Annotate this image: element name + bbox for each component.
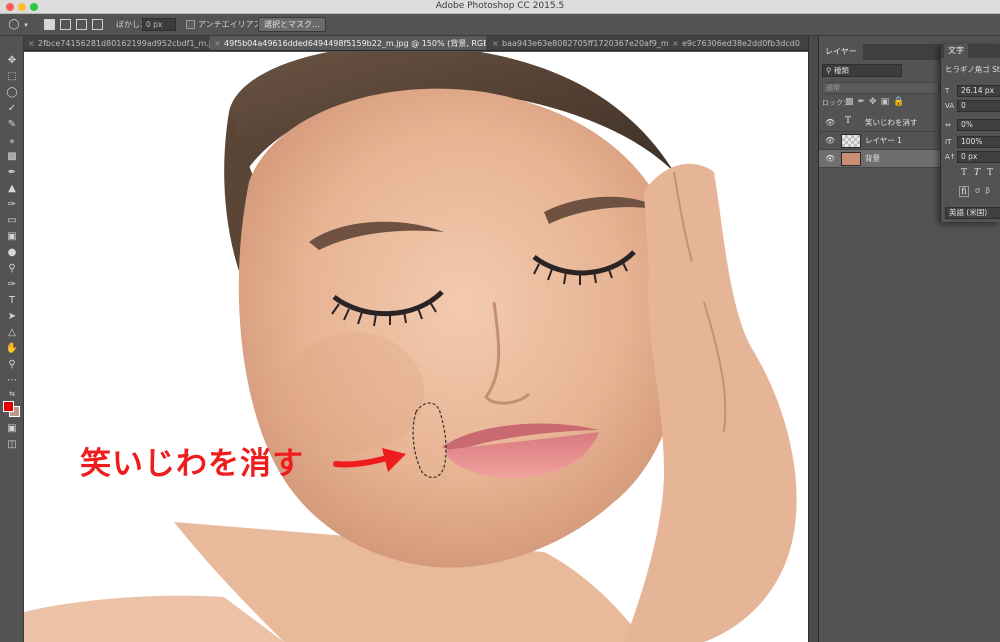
dodge-tool-icon[interactable]: ⚲	[4, 262, 20, 275]
eye-icon[interactable]: 👁	[825, 136, 835, 145]
character-panel-tabs: 文字	[941, 44, 1000, 58]
eyedropper-tool-icon[interactable]: ⁎	[4, 134, 20, 147]
brush-tool-icon[interactable]: ✒	[4, 166, 20, 179]
vertical-scale-icon: IT	[945, 138, 952, 146]
more-tools-icon[interactable]: ⋯	[4, 374, 20, 387]
close-tab-icon[interactable]: ×	[672, 36, 679, 50]
add-selection-icon[interactable]	[60, 19, 71, 30]
feather-input[interactable]: 0 px	[142, 18, 176, 31]
ligature-button[interactable]: fi	[959, 186, 969, 197]
tracking-value[interactable]: 0%	[957, 119, 1000, 131]
options-bar: ◯ ▾ ぼかし： 0 px アンチエイリアス 選択とマスク...	[0, 14, 1000, 36]
font-family-select[interactable]: ヒラギノ角ゴ Std	[945, 64, 1000, 76]
layer-name: 背景	[865, 154, 880, 163]
intersect-selection-icon[interactable]	[92, 19, 103, 30]
layer-thumbnail	[841, 134, 861, 148]
close-tab-icon[interactable]: ×	[28, 36, 35, 50]
document-canvas[interactable]: 笑いじわを消す	[24, 52, 808, 642]
layer-filter-label: 種類	[833, 66, 849, 75]
marquee-tool-icon[interactable]: ⬚	[4, 70, 20, 83]
portrait-photo	[24, 52, 797, 642]
lock-icons[interactable]: ▩✒✥▣🔒	[845, 97, 908, 107]
tab-label: baa943e63e8082705ff1720367e20af9_m.jpg	[502, 39, 668, 48]
blend-mode-select[interactable]: 通常	[822, 82, 939, 94]
chevron-down-icon[interactable]: ▾	[22, 18, 30, 32]
screen-mode-icon[interactable]: ◫	[4, 438, 20, 451]
blur-tool-icon[interactable]: ●	[4, 246, 20, 259]
annotation-text: 笑いじわを消す	[80, 446, 304, 482]
font-size-value[interactable]: 26.14 px	[957, 85, 1000, 97]
document-tab[interactable]: × 2fbce74156281d80162199ad952cbdf1_m.jpg	[24, 36, 210, 50]
language-select[interactable]: 英語 (米国)	[945, 207, 1000, 219]
baseline-shift-value[interactable]: 0 px	[957, 151, 1000, 163]
antialias-label: アンチエイリアス	[198, 20, 262, 29]
document-tab[interactable]: × baa943e63e8082705ff1720367e20af9_m.jpg	[488, 36, 668, 50]
layer-thumbnail	[841, 152, 861, 166]
search-icon: ⚲	[826, 66, 834, 75]
lasso-preset-icon[interactable]: ◯	[8, 18, 20, 32]
healing-brush-tool-icon[interactable]: ▩	[4, 150, 20, 163]
crop-tool-icon[interactable]: ✎	[4, 118, 20, 131]
tab-label: e9c76306ed38e2dd0fb3dcd0	[682, 39, 800, 48]
swap-colors-icon[interactable]: ⇆	[4, 388, 20, 401]
close-tab-icon[interactable]: ×	[214, 36, 221, 50]
font-size-icon: T	[945, 87, 950, 95]
clone-stamp-tool-icon[interactable]: ▲	[4, 182, 20, 195]
lasso-tool-icon[interactable]: ◯	[4, 86, 20, 99]
move-tool-icon[interactable]: ✥	[4, 54, 20, 67]
eye-icon[interactable]: 👁	[825, 118, 835, 127]
document-tab-bar: × 2fbce74156281d80162199ad952cbdf1_m.jpg …	[24, 36, 808, 51]
pen-tool-icon[interactable]: ✑	[4, 278, 20, 291]
subtract-selection-icon[interactable]	[76, 19, 87, 30]
quick-select-tool-icon[interactable]: ✓	[4, 102, 20, 115]
quick-mask-icon[interactable]: ▣	[4, 422, 20, 435]
vertical-scale-value[interactable]: 100%	[957, 136, 1000, 148]
tab-label: 2fbce74156281d80162199ad952cbdf1_m.jpg	[38, 39, 210, 48]
tools-panel: ✥ ⬚ ◯ ✓ ✎ ⁎ ▩ ✒ ▲ ✑ ▭ ▣ ● ⚲ ✑ T ➤ △ ✋ ⚲ …	[0, 36, 24, 642]
kerning-field[interactable]: VA 0	[945, 100, 1000, 112]
hand-tool-icon[interactable]: ✋	[4, 342, 20, 355]
window-title: Adobe Photoshop CC 2015.5	[435, 1, 565, 11]
close-tab-icon[interactable]: ×	[492, 36, 499, 50]
document-tab[interactable]: × e9c76306ed38e2dd0fb3dcd0	[668, 36, 808, 50]
kerning-icon: VA	[945, 102, 955, 110]
zoom-tool-icon[interactable]: ⚲	[4, 358, 20, 371]
font-size-field[interactable]: T 26.14 px	[945, 85, 1000, 97]
tab-layers[interactable]: レイヤー	[819, 44, 863, 60]
opentype-feature-icons[interactable]: σβ	[975, 186, 995, 195]
vertical-scale-field[interactable]: IT 100%	[945, 136, 1000, 148]
type-tool-icon[interactable]: T	[4, 294, 20, 307]
eye-icon[interactable]: 👁	[825, 154, 835, 163]
character-panel: 文字 ヒラギノ角ゴ Std T 26.14 px VA 0 ⇔ 0% IT 10…	[940, 44, 1000, 222]
baseline-shift-icon: A↑	[945, 153, 956, 161]
type-style-buttons[interactable]: TTTT	[961, 168, 1000, 178]
baseline-shift-field[interactable]: A↑ 0 px	[945, 151, 1000, 163]
title-bar: Adobe Photoshop CC 2015.5	[0, 0, 1000, 14]
tracking-icon: ⇔	[945, 121, 951, 129]
kerning-value[interactable]: 0	[957, 100, 1000, 112]
photoshop-window: Adobe Photoshop CC 2015.5 ◯ ▾ ぼかし： 0 px …	[0, 0, 1000, 642]
shape-tool-icon[interactable]: △	[4, 326, 20, 339]
select-and-mask-button[interactable]: 選択とマスク...	[258, 17, 326, 32]
panel-gutter	[808, 36, 818, 642]
eraser-tool-icon[interactable]: ▭	[4, 214, 20, 227]
layer-name: レイヤー 1	[865, 136, 902, 145]
tab-label: 49f5b04a49616dded6494498f5159b22_m.jpg @…	[224, 39, 486, 48]
tracking-field[interactable]: ⇔ 0%	[945, 119, 1000, 131]
document-tab-active[interactable]: × 49f5b04a49616dded6494498f5159b22_m.jpg …	[210, 36, 486, 50]
foreground-color-swatch[interactable]	[3, 401, 14, 412]
layer-filter-select[interactable]: ⚲ 種類	[822, 64, 902, 77]
history-brush-tool-icon[interactable]: ✑	[4, 198, 20, 211]
type-layer-icon: T	[845, 116, 852, 126]
tab-character[interactable]: 文字	[944, 44, 968, 58]
gradient-tool-icon[interactable]: ▣	[4, 230, 20, 243]
path-select-tool-icon[interactable]: ➤	[4, 310, 20, 323]
layer-name: 笑いじわを消す	[865, 118, 918, 127]
new-selection-icon[interactable]	[44, 19, 55, 30]
antialias-checkbox[interactable]	[186, 20, 195, 29]
